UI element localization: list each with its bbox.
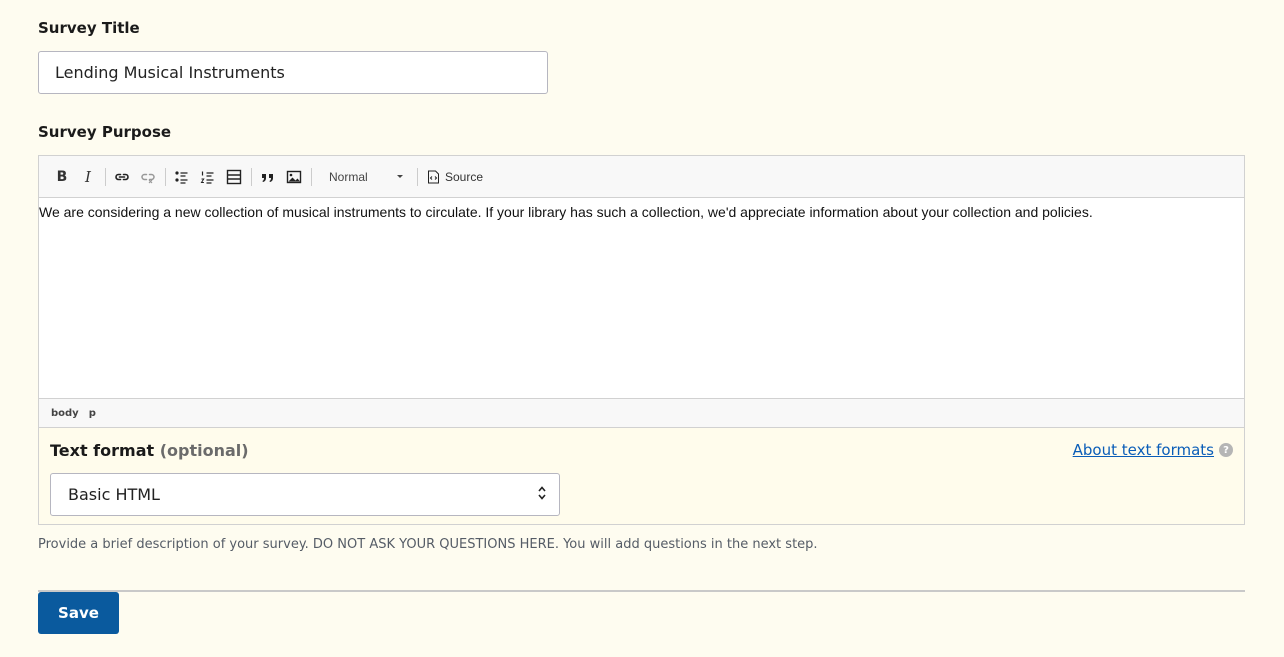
paragraph-format-value: Normal (329, 169, 368, 184)
about-text-formats-link[interactable]: About text formats (1073, 441, 1214, 459)
survey-purpose-label: Survey Purpose (38, 123, 172, 141)
path-item-p[interactable]: p (89, 408, 96, 419)
text-format-selected-value: Basic HTML (68, 485, 160, 504)
blockquote-icon[interactable] (257, 166, 279, 188)
select-updown-icon (537, 484, 547, 506)
toolbar-separator (165, 167, 166, 186)
text-format-label: Text format (optional) (50, 441, 249, 460)
link-icon[interactable] (111, 166, 133, 188)
toolbar-separator (105, 167, 106, 186)
element-path-bar: body p (39, 399, 1244, 428)
chevron-down-icon (397, 175, 403, 178)
optional-label: (optional) (159, 441, 249, 460)
help-icon[interactable]: ? (1219, 443, 1233, 457)
survey-purpose-editor: B I Normal Source We are considering a n… (38, 155, 1245, 525)
path-item-body[interactable]: body (51, 408, 79, 419)
survey-title-label: Survey Title (38, 19, 140, 37)
unlink-icon[interactable] (137, 166, 159, 188)
editor-toolbar: B I Normal Source (39, 156, 1244, 198)
italic-icon[interactable]: I (77, 166, 99, 188)
paragraph-format-select[interactable]: Normal (321, 165, 409, 189)
source-button[interactable]: Source (423, 170, 487, 184)
text-format-select[interactable]: Basic HTML (50, 473, 560, 516)
text-format-label-text: Text format (50, 441, 155, 460)
form-actions-divider (38, 590, 1245, 592)
source-icon (428, 170, 439, 183)
editor-paragraph: We are considering a new collection of m… (39, 204, 1093, 220)
toolbar-separator (311, 167, 312, 186)
horizontal-rule-icon[interactable] (223, 166, 245, 188)
bold-icon[interactable]: B (51, 166, 73, 188)
editor-content-area[interactable]: We are considering a new collection of m… (39, 198, 1244, 399)
field-description: Provide a brief description of your surv… (38, 537, 818, 552)
save-button[interactable]: Save (38, 592, 119, 634)
text-format-help: About text formats ? (1073, 441, 1233, 459)
numbered-list-icon[interactable] (197, 166, 219, 188)
source-label: Source (445, 169, 484, 184)
survey-title-input[interactable] (38, 51, 548, 94)
bulleted-list-icon[interactable] (171, 166, 193, 188)
toolbar-separator (417, 167, 418, 186)
toolbar-separator (251, 167, 252, 186)
image-icon[interactable] (283, 166, 305, 188)
